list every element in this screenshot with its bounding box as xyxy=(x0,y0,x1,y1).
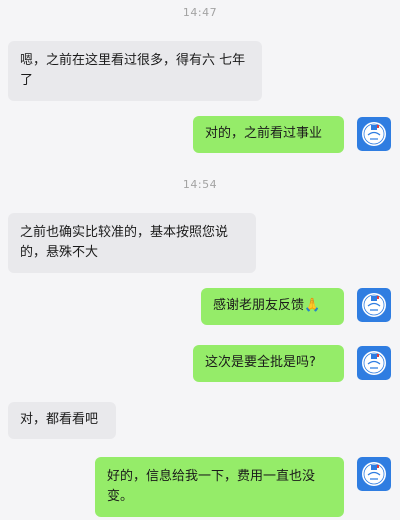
circular-seal-logo-icon xyxy=(359,290,389,320)
message-bubble-outgoing[interactable]: 对的，之前看过事业 xyxy=(193,116,344,153)
circular-seal-logo-icon xyxy=(359,459,389,489)
timestamp: 14:47 xyxy=(182,6,218,19)
chat-window: 14:47 嗯，之前在这里看过很多，得有六 七年了 对的，之前看过事业 14:5… xyxy=(0,0,400,520)
avatar[interactable] xyxy=(357,457,391,491)
message-bubble-incoming[interactable]: 对，都看看吧 xyxy=(8,402,116,439)
circular-seal-logo-icon xyxy=(359,348,389,378)
message-bubble-incoming[interactable]: 之前也确实比较准的，基本按照您说的，悬殊不大 xyxy=(8,213,256,273)
message-bubble-outgoing[interactable]: 这次是要全批是吗? xyxy=(193,345,344,382)
message-bubble-incoming[interactable]: 嗯，之前在这里看过很多，得有六 七年了 xyxy=(8,41,262,101)
avatar[interactable] xyxy=(357,117,391,151)
message-bubble-outgoing[interactable]: 好的，信息给我一下，费用一直也没变。 xyxy=(95,457,344,517)
avatar[interactable] xyxy=(357,288,391,322)
timestamp: 14:54 xyxy=(182,178,218,191)
avatar[interactable] xyxy=(357,346,391,380)
circular-seal-logo-icon xyxy=(359,119,389,149)
message-bubble-outgoing[interactable]: 感谢老朋友反馈🙏 xyxy=(201,288,344,325)
